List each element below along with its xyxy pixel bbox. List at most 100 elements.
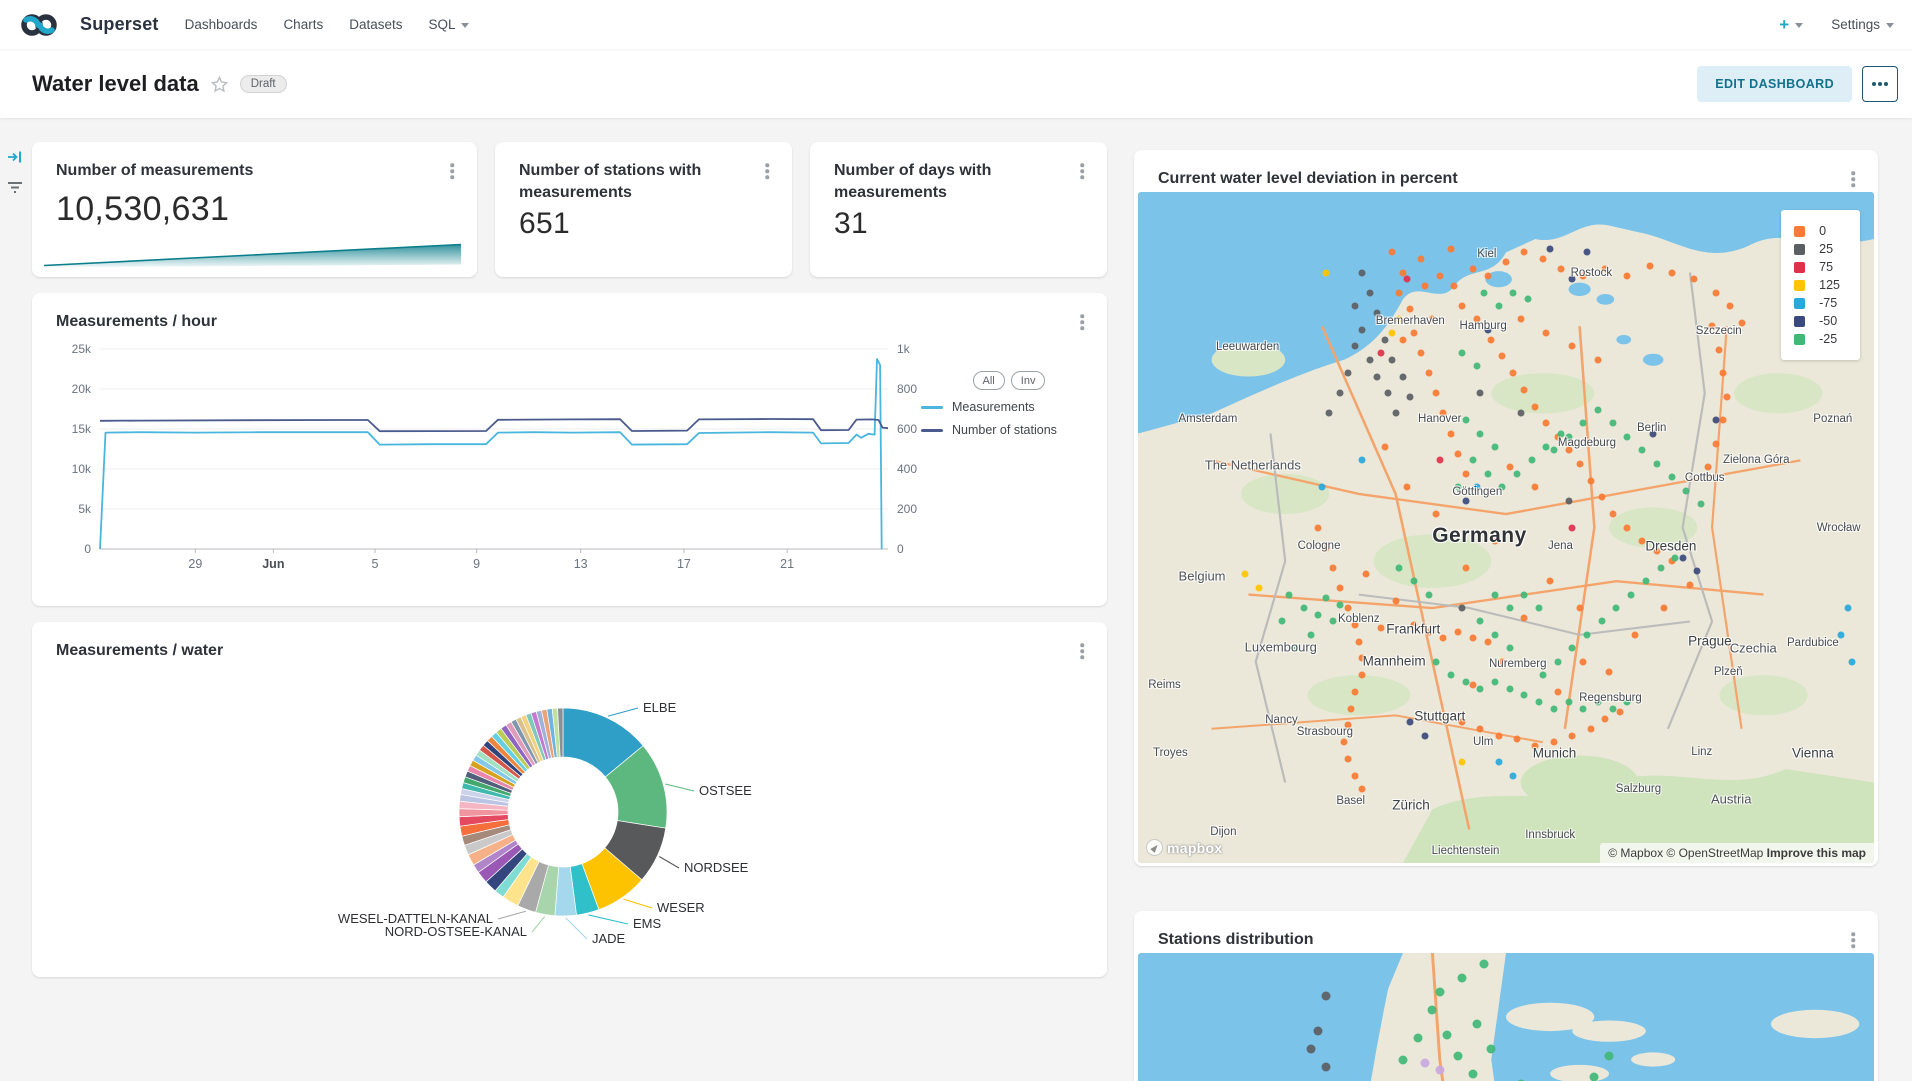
stations-map[interactable]: KielRostock (1138, 953, 1874, 1081)
card-measurements-per-water: Measurements / water ELBEOSTSEENORDSEEWE… (32, 622, 1107, 977)
map-legend-row[interactable]: 25 (1794, 242, 1840, 256)
map-city-label: Jena (1548, 540, 1573, 552)
map-legend-row[interactable]: -50 (1794, 314, 1840, 328)
map-legend-row[interactable]: 75 (1794, 260, 1840, 274)
map-city-label: Basel (1336, 795, 1365, 807)
svg-text:600: 600 (897, 422, 917, 436)
map-city-label: Austria (1711, 792, 1751, 807)
map-city-label: Berlin (1637, 422, 1666, 434)
map-city-label: Zielona Góra (1723, 454, 1789, 466)
map-city-label: Göttingen (1452, 486, 1502, 498)
map-city-label: Plzeň (1714, 666, 1743, 678)
card-number-of-stations: Number of stations with measurements 651 (495, 142, 792, 277)
map-city-label: Frankfurt (1386, 622, 1440, 637)
series-swatch (921, 406, 943, 409)
edit-dashboard-button[interactable]: EDIT DASHBOARD (1697, 66, 1852, 102)
card-menu-kebab-icon[interactable] (1073, 311, 1091, 333)
map-city-label: Pardubice (1787, 637, 1839, 649)
map-city-label: Prague (1688, 633, 1732, 648)
card-number-of-days: Number of days with measurements 31 (810, 142, 1107, 277)
legend-all-button[interactable]: All (973, 371, 1005, 390)
expand-filter-bar-icon[interactable] (7, 150, 23, 169)
map-legend-row[interactable]: 0 (1794, 224, 1840, 238)
map-city-label: Belgium (1179, 568, 1226, 583)
card-title: Number of days with measurements (834, 160, 1073, 203)
settings-menu[interactable]: Settings (1831, 17, 1894, 32)
map-legend-row[interactable]: -25 (1794, 332, 1840, 346)
kpi-sparkline (42, 241, 463, 268)
dashboard-more-button[interactable] (1862, 66, 1898, 102)
card-menu-kebab-icon[interactable] (758, 160, 776, 182)
legend-swatch (1794, 298, 1805, 309)
hourly-line-chart: 005k20010k40015k60020k80025k1k29Jun59131… (44, 337, 934, 586)
superset-logo-icon[interactable] (14, 10, 72, 40)
map-city-label: Cottbus (1685, 472, 1725, 484)
kpi-value: 651 (495, 203, 792, 241)
svg-text:NORD-OSTSEE-KANAL: NORD-OSTSEE-KANAL (385, 924, 527, 939)
card-menu-kebab-icon[interactable] (1844, 929, 1862, 951)
svg-text:WESEL-DATTELN-KANAL: WESEL-DATTELN-KANAL (338, 911, 493, 926)
map-city-label: Nuremberg (1489, 658, 1547, 670)
legend-inv-button[interactable]: Inv (1011, 371, 1046, 390)
map-city-label: Magdeburg (1558, 437, 1616, 449)
map-city-label: Bremerhaven (1376, 315, 1445, 327)
map-city-label: Liechtenstein (1432, 845, 1500, 857)
svg-text:OSTSEE: OSTSEE (699, 783, 752, 798)
map-city-label: Ulm (1473, 736, 1493, 748)
card-title: Stations distribution (1158, 929, 1314, 951)
superset-dashboard-app: Superset Dashboards Charts Datasets SQL … (0, 0, 1912, 1081)
add-new-button[interactable]: + (1779, 15, 1803, 35)
legend-item-measurements[interactable]: Measurements (921, 400, 1097, 414)
mapbox-circle-icon (1146, 839, 1163, 856)
card-title: Number of stations with measurements (519, 160, 758, 203)
series-swatch (921, 429, 943, 432)
favorite-star-icon[interactable] (211, 76, 228, 93)
map-legend-row[interactable]: 125 (1794, 278, 1840, 292)
svg-text:1k: 1k (897, 342, 911, 356)
deviation-map[interactable]: LeeuwardenAmsterdamThe NetherlandsBremer… (1138, 192, 1874, 863)
map-city-label: Nancy (1265, 714, 1298, 726)
filter-icon[interactable] (7, 180, 23, 199)
svg-text:200: 200 (897, 502, 917, 516)
map-city-label: Strasbourg (1297, 726, 1353, 738)
status-badge: Draft (240, 75, 287, 93)
svg-text:29: 29 (188, 557, 202, 571)
kpi-value: 10,530,631 (32, 182, 477, 229)
map-city-label: Szczecin (1696, 325, 1742, 337)
svg-text:EMS: EMS (633, 916, 662, 931)
card-menu-kebab-icon[interactable] (1073, 160, 1091, 182)
svg-text:21: 21 (780, 557, 794, 571)
nav-datasets[interactable]: Datasets (349, 17, 402, 32)
card-menu-kebab-icon[interactable] (1073, 640, 1091, 662)
nav-dashboards[interactable]: Dashboards (185, 17, 258, 32)
map-legend-row[interactable]: -75 (1794, 296, 1840, 310)
map-city-label: Rostock (1571, 267, 1613, 279)
card-title: Measurements / water (56, 640, 223, 662)
nav-sql-menu[interactable]: SQL (428, 17, 468, 32)
mapbox-logo[interactable]: mapbox (1146, 839, 1222, 856)
svg-text:0: 0 (897, 542, 904, 556)
svg-text:WESER: WESER (657, 900, 705, 915)
chevron-down-icon (1886, 23, 1894, 28)
card-menu-kebab-icon[interactable] (443, 160, 461, 182)
hourly-legend: All Inv Measurements Number of stations (921, 371, 1097, 446)
dashboard-header: Water level data Draft EDIT DASHBOARD (0, 49, 1912, 118)
map-city-label: Czechia (1730, 641, 1777, 656)
map-city-label: Cologne (1298, 540, 1341, 552)
svg-text:800: 800 (897, 382, 917, 396)
svg-text:13: 13 (574, 557, 588, 571)
map-city-label: Linz (1691, 746, 1712, 758)
map-city-label: Germany (1432, 524, 1527, 548)
legend-swatch (1794, 334, 1805, 345)
brand-name[interactable]: Superset (80, 14, 159, 35)
improve-map-link[interactable]: Improve this map (1767, 846, 1866, 860)
card-menu-kebab-icon[interactable] (1844, 168, 1862, 190)
chevron-down-icon (1795, 23, 1803, 28)
map-city-label: Munich (1533, 745, 1577, 760)
legend-value: 125 (1819, 278, 1840, 292)
svg-text:17: 17 (677, 557, 691, 571)
map-city-label: Dresden (1645, 539, 1696, 554)
map-city-label: Wrocław (1817, 522, 1861, 534)
legend-item-number-of-stations[interactable]: Number of stations (921, 423, 1097, 437)
nav-charts[interactable]: Charts (283, 17, 323, 32)
